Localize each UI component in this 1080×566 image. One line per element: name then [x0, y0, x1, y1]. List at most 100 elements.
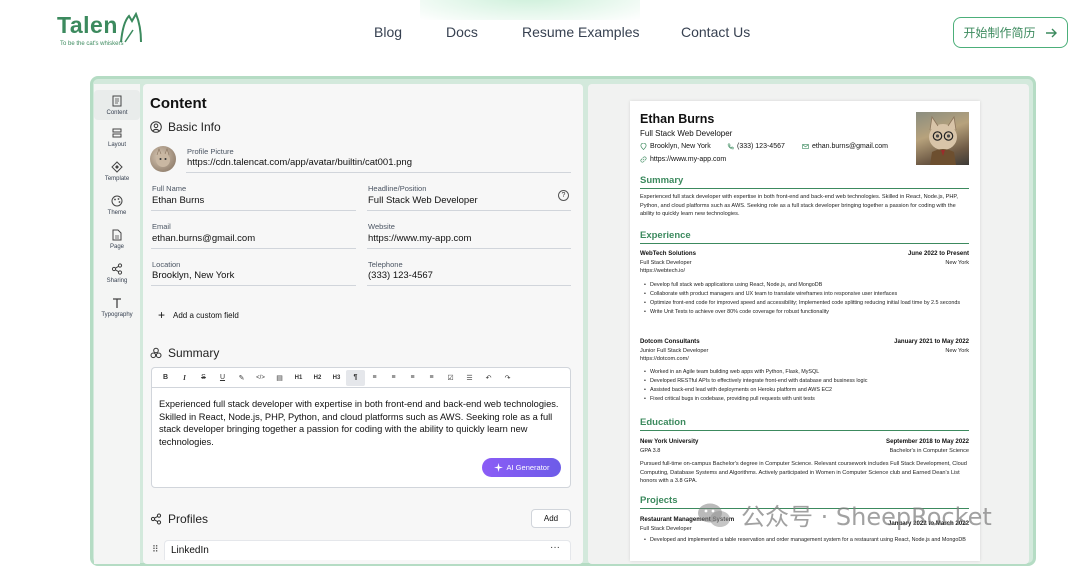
rich-text-toolbar: B I S U ✎ </> ▤ H1 H2 H3 ¶ ≡ ≡ ≡ ≡ ☑ ☰ ↶…	[151, 367, 571, 387]
layout-icon	[112, 128, 122, 138]
job-company: Dotcom Consultants	[640, 338, 700, 345]
nav-blog-link[interactable]: Blog	[374, 24, 402, 40]
profiles-title: Profiles	[150, 512, 208, 526]
website-label: Website	[368, 222, 395, 231]
highlight-button[interactable]: ✎	[232, 370, 251, 386]
share-icon	[111, 263, 123, 275]
job-location: New York	[945, 260, 969, 266]
profile-avatar[interactable]	[150, 146, 176, 172]
profiles-label: Profiles	[168, 512, 209, 526]
rail-item-page[interactable]: Page	[94, 228, 140, 250]
bullet-list-button[interactable]: ☰	[460, 370, 479, 386]
underline-button[interactable]: U	[213, 370, 232, 386]
resume-name: Ethan Burns	[640, 112, 715, 126]
job-bullet: Worked in an Agile team building web app…	[644, 368, 969, 377]
rail-label-theme: Theme	[107, 210, 127, 216]
more-options-icon[interactable]: ···	[550, 542, 560, 553]
page-icon	[112, 229, 122, 241]
email-underline	[151, 248, 356, 249]
undo-button[interactable]: ↶	[479, 370, 498, 386]
resume-phone: (333) 123-4567	[727, 143, 785, 150]
arrow-right-icon	[1045, 28, 1057, 37]
summary-editor[interactable]: Experienced full stack developer with ex…	[151, 387, 571, 488]
bold-button[interactable]: B	[156, 370, 175, 386]
rail-item-typography[interactable]: Typography	[94, 296, 140, 318]
rail-label-typography: Typography	[101, 312, 133, 318]
strikethrough-button[interactable]: S	[194, 370, 213, 386]
nav-docs-link[interactable]: Docs	[446, 24, 478, 40]
nav-contact-link[interactable]: Contact Us	[681, 24, 750, 40]
project-bullet: Developed and implemented a table reserv…	[644, 536, 969, 545]
rail-label-page: Page	[109, 244, 124, 250]
code-button[interactable]: </>	[251, 370, 270, 386]
basic-info-title: Basic Info	[150, 120, 221, 134]
rail-label-sharing: Sharing	[106, 278, 128, 284]
heading1-button[interactable]: H1	[289, 370, 308, 386]
header-glow	[420, 0, 640, 20]
job-bullet: Developed RESTful APIs to effectively in…	[644, 377, 969, 386]
job-role: Full Stack Developer	[640, 260, 692, 266]
headline-label: Headline/Position	[368, 184, 427, 193]
headline-input[interactable]: Full Stack Web Developer	[368, 195, 478, 206]
add-custom-field-label: Add a custom field	[173, 310, 239, 320]
align-justify-button[interactable]: ≡	[422, 370, 441, 386]
mail-icon	[802, 144, 809, 149]
start-resume-button[interactable]: 开始制作简历	[953, 17, 1068, 48]
drag-handle-icon[interactable]: ⠿	[152, 544, 159, 555]
website-input[interactable]: https://www.my-app.com	[368, 233, 471, 244]
email-input[interactable]: ethan.burns@gmail.com	[152, 233, 255, 244]
rail-item-content[interactable]: Content	[94, 90, 140, 120]
profile-row-linkedin[interactable]: ⠿ LinkedIn ···	[150, 540, 571, 560]
rail-item-sharing[interactable]: Sharing	[94, 262, 140, 284]
location-input[interactable]: Brooklyn, New York	[152, 270, 234, 281]
resume-location: Brooklyn, New York	[640, 143, 711, 150]
job-bullet: Fixed critical bugs in codebase, providi…	[644, 395, 969, 404]
full-name-label: Full Name	[152, 184, 187, 193]
profile-picture-input[interactable]: https://cdn.talencat.com/app/avatar/buil…	[187, 157, 412, 168]
resume-email: ethan.burns@gmail.com	[802, 143, 888, 150]
job-bullet: Write Unit Tests to achieve over 80% cod…	[644, 308, 969, 317]
watermark-text: 公众号 · SheepRocket	[741, 503, 992, 531]
profile-card[interactable]: LinkedIn ···	[164, 540, 571, 560]
add-custom-field-button[interactable]: + Add a custom field	[158, 308, 239, 322]
ai-generator-button[interactable]: AI Generator	[482, 458, 561, 477]
job-bullet: Develop full stack web applications usin…	[644, 281, 969, 290]
add-profile-button[interactable]: Add	[531, 509, 571, 528]
job-bullet: Optimize front-end code for improved spe…	[644, 299, 969, 308]
job-dates: January 2021 to May 2022	[894, 338, 969, 345]
rail-item-theme[interactable]: Theme	[94, 194, 140, 216]
plus-icon: +	[158, 308, 166, 322]
code-block-button[interactable]: ▤	[270, 370, 289, 386]
project-role: Full Stack Developer	[640, 526, 692, 532]
nav-resume-examples-link[interactable]: Resume Examples	[522, 24, 640, 40]
telephone-underline	[367, 285, 571, 286]
align-right-button[interactable]: ≡	[403, 370, 422, 386]
italic-button[interactable]: I	[175, 370, 194, 386]
job-location: New York	[945, 348, 969, 354]
heading2-button[interactable]: H2	[308, 370, 327, 386]
phone-icon	[727, 143, 734, 150]
brand-tagline: To be the cat's whiskers	[60, 41, 124, 47]
resume-website-text: https://www.my-app.com	[650, 156, 727, 163]
paragraph-button[interactable]: ¶	[346, 369, 365, 386]
full-name-underline	[151, 210, 356, 211]
resume-projects-heading: Projects	[640, 495, 678, 506]
resume-phone-text: (333) 123-4567	[737, 143, 785, 150]
resume-summary-rule	[640, 188, 969, 189]
rail-item-layout[interactable]: Layout	[94, 126, 140, 148]
editor-panel	[143, 84, 583, 564]
help-icon[interactable]: ?	[558, 190, 569, 201]
align-center-button[interactable]: ≡	[384, 370, 403, 386]
redo-button[interactable]: ↷	[498, 370, 517, 386]
heading3-button[interactable]: H3	[327, 370, 346, 386]
summary-editor-text[interactable]: Experienced full stack developer with ex…	[159, 398, 564, 448]
ai-generator-label: AI Generator	[506, 463, 550, 472]
task-list-button[interactable]: ☑	[441, 370, 460, 386]
resume-education-heading: Education	[640, 417, 686, 428]
align-left-button[interactable]: ≡	[365, 370, 384, 386]
telephone-input[interactable]: (333) 123-4567	[368, 270, 433, 281]
rail-item-template[interactable]: Template	[94, 160, 140, 182]
summary-label: Summary	[168, 346, 220, 360]
location-underline	[151, 285, 356, 286]
full-name-input[interactable]: Ethan Burns	[152, 195, 204, 206]
